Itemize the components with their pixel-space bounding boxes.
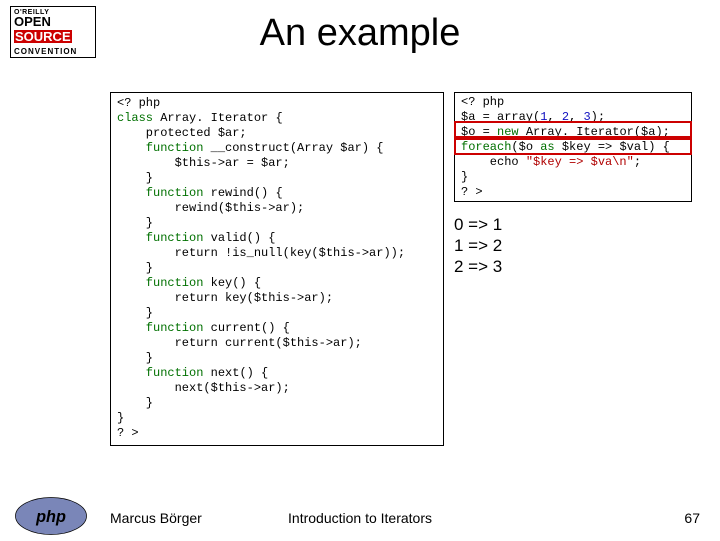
code-text: () { [261,321,290,335]
code-text: ); [591,110,605,124]
code-right: <? php $a = array(1, 2, 3); $o = new Arr… [454,92,692,202]
code-text: current [211,321,261,335]
code-line: ? > [461,185,483,199]
code-text: Array. Iterator($a); [526,125,670,139]
code-text: $key => $val) { [562,140,670,154]
code-num: 2 [562,110,569,124]
code-line: } [117,411,124,425]
footer: Marcus Börger Introduction to Iterators … [0,500,720,530]
code-line: return current($this->ar); [117,336,362,350]
code-text: __construct [211,141,290,155]
code-kw: foreach [461,140,511,154]
code-text: Array. Iterator [160,111,275,125]
output-line: 1 => 2 [454,235,692,256]
code-text: , [547,110,561,124]
code-str: "$key => $va\n" [526,155,634,169]
code-num: 3 [583,110,590,124]
code-text: $a = array( [461,110,540,124]
code-text: () { [239,366,268,380]
code-text: ; [634,155,641,169]
code-line: } [117,261,153,275]
code-kw: class [117,111,160,125]
footer-subtitle: Introduction to Iterators [0,510,720,526]
code-line: return key($this->ar); [117,291,333,305]
code-text: echo [461,155,526,169]
logo-convention: CONVENTION [14,47,92,56]
code-text: ($o [511,140,540,154]
code-kw: function [117,321,211,335]
code-text: () { [247,231,276,245]
code-kw: function [117,231,211,245]
code-line: protected $ar; [117,126,247,140]
code-line: } [117,216,153,230]
code-left: <? php class Array. Iterator { protected… [110,92,444,446]
footer-pagenum: 67 [684,510,700,526]
code-kw: as [540,140,562,154]
code-text: rewind [211,186,254,200]
slide-title: An example [0,0,720,55]
code-kw: function [117,366,211,380]
code-line: <? php [461,95,504,109]
code-text: next [211,366,240,380]
code-line: next($this->ar); [117,381,290,395]
code-line: return !is_null(key($this->ar)); [117,246,405,260]
code-text: { [275,111,282,125]
code-line: ? > [117,426,139,440]
code-line: } [117,396,153,410]
code-text: $o = [461,125,497,139]
code-text: key [211,276,233,290]
code-line: rewind($this->ar); [117,201,304,215]
code-line: } [117,306,153,320]
code-text: (Array $ar) { [290,141,384,155]
logo-open: OPEN [14,16,92,28]
logo-source: SOURCE [14,30,72,43]
code-kw: function [117,186,211,200]
output-line: 2 => 3 [454,256,692,277]
code-text: () { [232,276,261,290]
code-kw: function [117,141,211,155]
oreilly-logo: O'REILLY OPEN SOURCE CONVENTION [10,6,96,58]
output-line: 0 => 1 [454,214,692,235]
code-text: valid [211,231,247,245]
code-kw: new [497,125,526,139]
code-kw: function [117,276,211,290]
code-line: $this->ar = $ar; [117,156,290,170]
code-text: () { [254,186,283,200]
code-line: <? php [117,96,160,110]
code-line: } [117,351,153,365]
code-text: , [569,110,583,124]
code-line: } [117,171,153,185]
code-line: } [461,170,468,184]
output-box: 0 => 1 1 => 2 2 => 3 [454,214,692,277]
